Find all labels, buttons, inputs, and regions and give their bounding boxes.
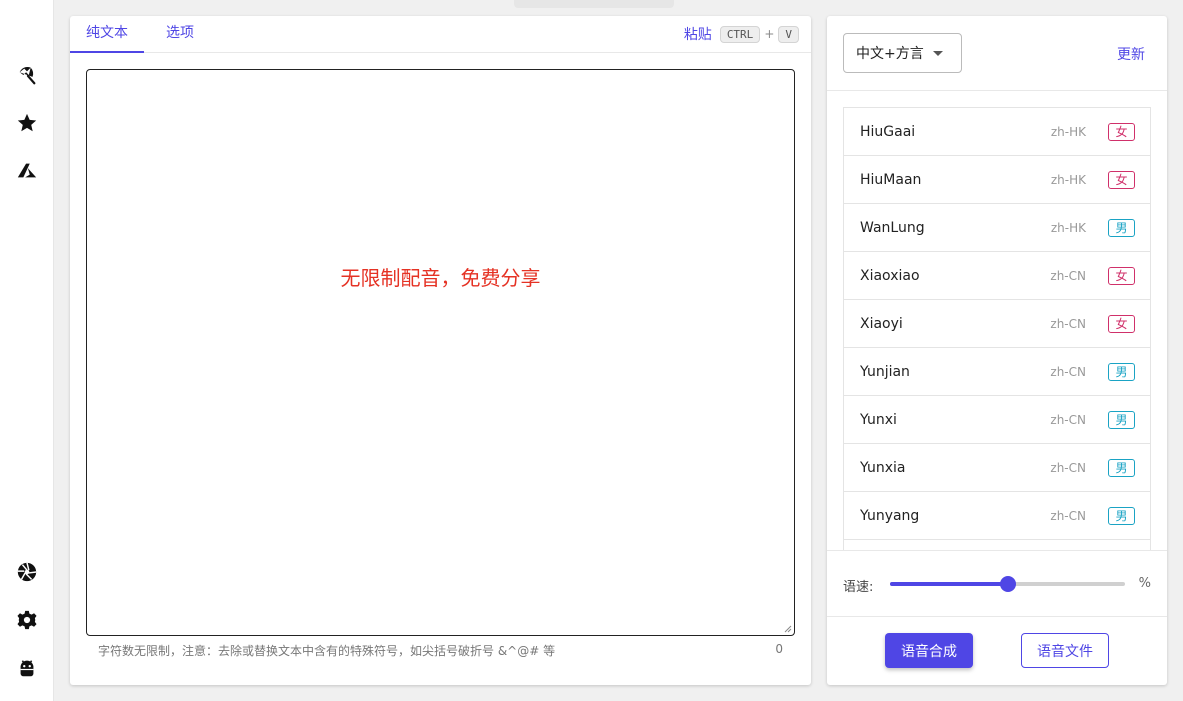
gender-badge: 男 <box>1108 458 1135 477</box>
voice-list-item[interactable]: Yunyang zh-CN 男 <box>844 492 1150 540</box>
voice-locale: zh-HK <box>1050 124 1086 139</box>
voice-list-item[interactable]: Xiaoyi zh-CN 女 <box>844 300 1150 348</box>
voice-name: Yunjian <box>860 363 910 380</box>
aperture-icon[interactable] <box>15 560 39 584</box>
plus-sign: + <box>764 27 775 41</box>
paste-button[interactable]: 粘贴 <box>684 24 712 44</box>
voice-panel: 中文+方言 更新 HiuGaai zh-HK 女 HiuMaan zh-HK 女 WanLu… <box>827 16 1167 685</box>
top-drag-handle <box>514 0 674 8</box>
speed-unit: % <box>1138 576 1151 591</box>
resize-handle-icon[interactable] <box>782 623 792 633</box>
text-content: 无限制配音，免费分享 <box>340 266 541 290</box>
audio-file-button[interactable]: 语音文件 <box>1021 633 1109 668</box>
text-input-area[interactable]: 无限制配音，免费分享 <box>86 69 795 636</box>
divider <box>827 616 1167 617</box>
voice-locale: zh-HK <box>1050 172 1086 187</box>
voice-locale: zh-HK <box>1050 220 1086 235</box>
voice-list-item[interactable]: Yunxia zh-CN 男 <box>844 444 1150 492</box>
speed-slider-thumb[interactable] <box>999 576 1016 592</box>
voice-name: HiuMaan <box>860 171 922 188</box>
voice-locale: zh-CN <box>1050 268 1086 283</box>
gender-badge: 男 <box>1108 218 1135 237</box>
android-icon[interactable] <box>15 656 39 680</box>
refresh-button[interactable]: 更新 <box>1117 44 1145 64</box>
speed-slider[interactable] <box>890 576 1125 592</box>
voice-name: Xiaoyi <box>860 315 903 332</box>
chevron-down-icon <box>933 51 943 56</box>
voice-list-item[interactable]: HiuMaan zh-HK 女 <box>844 156 1150 204</box>
tab-plain-text[interactable]: 纯文本 <box>70 16 144 53</box>
gender-badge: 女 <box>1108 122 1135 141</box>
gender-badge: 女 <box>1108 314 1135 333</box>
gender-badge: 男 <box>1108 506 1135 525</box>
voice-list-item[interactable]: HiuGaai zh-HK 女 <box>844 108 1150 156</box>
synthesize-button[interactable]: 语音合成 <box>885 633 973 668</box>
voice-locale: zh-CN <box>1050 412 1086 427</box>
sidebar <box>0 0 54 701</box>
gender-badge: 女 <box>1108 170 1135 189</box>
paste-shortcut: 粘贴 CTRL + V <box>684 24 799 44</box>
voice-name: Yunyang <box>860 507 920 524</box>
divider <box>827 550 1167 551</box>
voice-list-item[interactable]: Yunxi zh-CN 男 <box>844 396 1150 444</box>
umbrella-icon[interactable] <box>15 63 39 87</box>
speed-slider-fill <box>890 582 1008 586</box>
voice-name: Yunxia <box>860 459 906 476</box>
speed-label: 语速: <box>843 580 874 595</box>
language-select[interactable]: 中文+方言 <box>843 33 962 73</box>
voice-locale: zh-CN <box>1050 364 1086 379</box>
gender-badge: 男 <box>1108 362 1135 381</box>
voice-locale: zh-CN <box>1050 508 1086 523</box>
tab-options[interactable]: 选项 <box>158 16 202 53</box>
divider <box>827 90 1167 91</box>
voice-list-item[interactable]: Xiaoxiao zh-CN 女 <box>844 252 1150 300</box>
voice-name: Xiaoxiao <box>860 267 920 284</box>
voice-name: HiuGaai <box>860 123 916 140</box>
voice-list-item[interactable]: Yunjian zh-CN 男 <box>844 348 1150 396</box>
char-count: 0 <box>775 642 783 656</box>
char-limit-hint: 字符数无限制，注意：去除或替换文本中含有的特殊符号，如尖括号破折号 &^@# 等 <box>98 644 556 658</box>
v-key-badge: V <box>778 25 799 43</box>
star-icon[interactable] <box>15 111 39 135</box>
settings-icon[interactable] <box>15 608 39 632</box>
voice-locale: zh-CN <box>1050 316 1086 331</box>
voice-name: WanLung <box>860 219 925 236</box>
ctrl-key-badge: CTRL <box>719 25 761 43</box>
voice-name: Yunxi <box>860 411 897 428</box>
gender-badge: 女 <box>1108 266 1135 285</box>
editor-panel: 纯文本 选项 粘贴 CTRL + V 无限制配音，免费分享 字符数无限制，注意：… <box>70 16 811 685</box>
voice-list[interactable]: HiuGaai zh-HK 女 HiuMaan zh-HK 女 WanLung zh-HK 男 X… <box>843 107 1151 551</box>
editor-tabs: 纯文本 选项 粘贴 CTRL + V <box>70 16 811 53</box>
voice-locale: zh-CN <box>1050 460 1086 475</box>
voice-list-item[interactable]: WanLung zh-HK 男 <box>844 204 1150 252</box>
gender-badge: 男 <box>1108 410 1135 429</box>
azure-icon[interactable] <box>15 159 39 183</box>
language-select-value: 中文+方言 <box>856 46 924 62</box>
